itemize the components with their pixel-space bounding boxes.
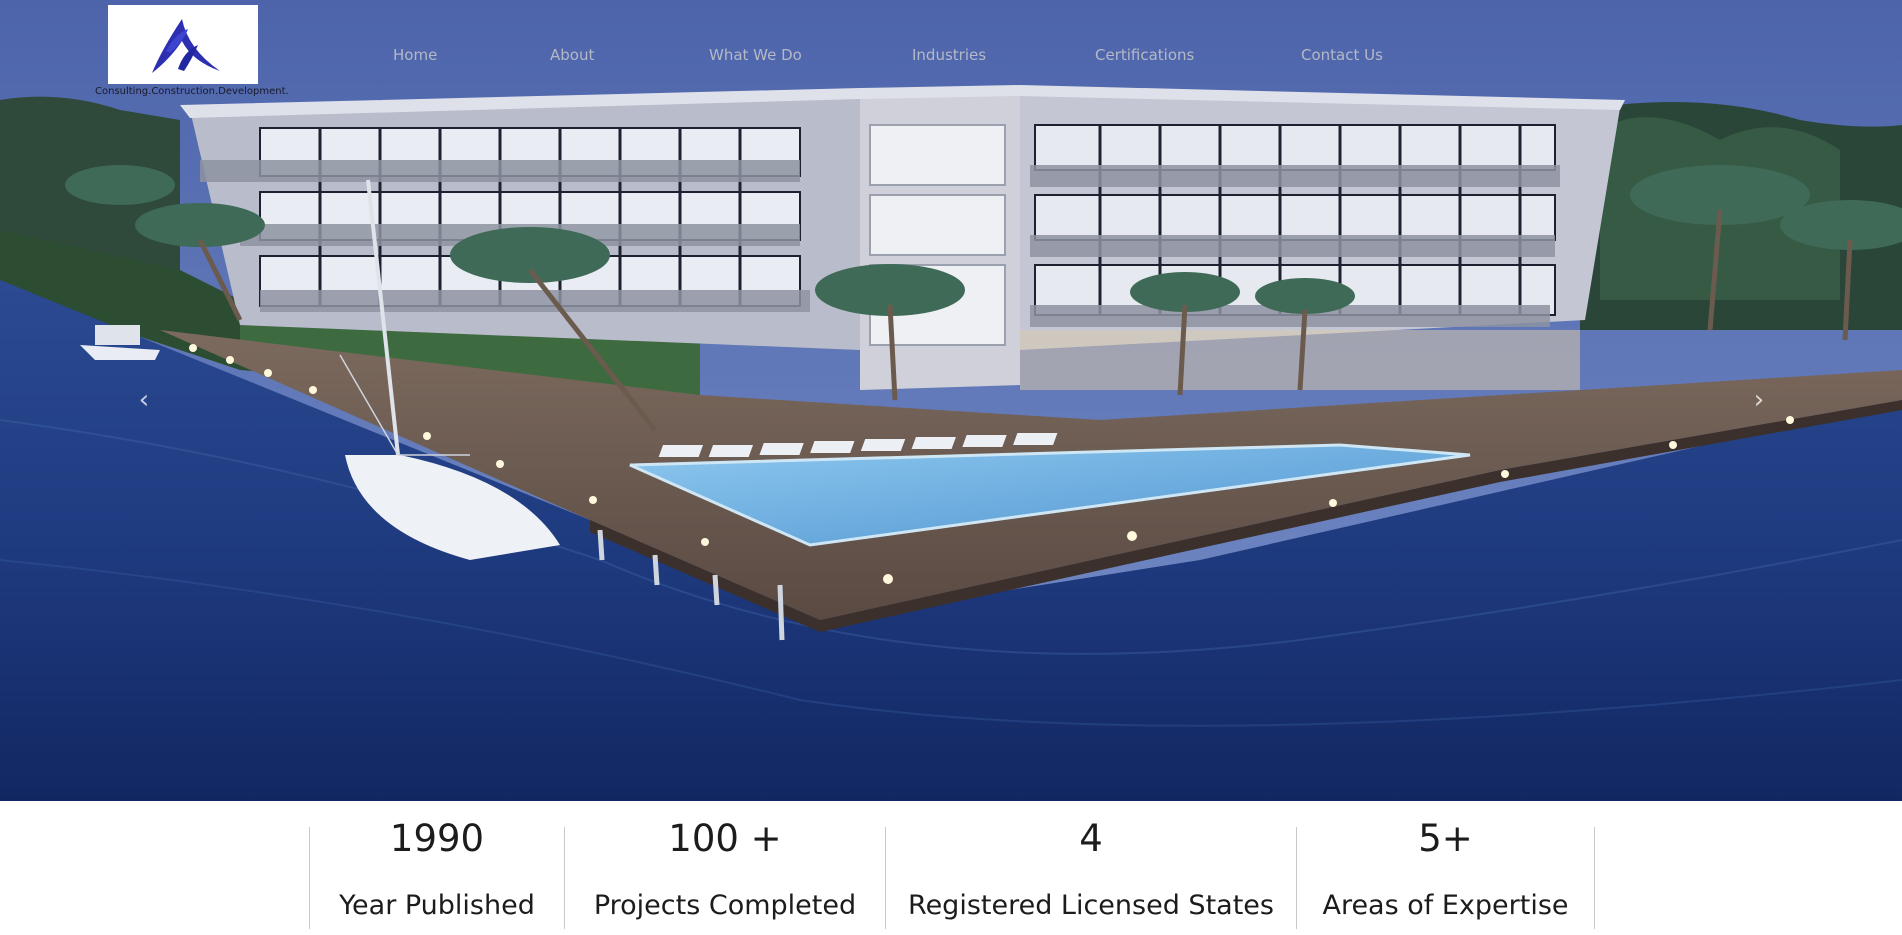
- chevron-left-icon[interactable]: ‹: [133, 387, 155, 413]
- nav-item-home[interactable]: Home: [393, 46, 437, 64]
- stat-value: 1990: [389, 817, 485, 860]
- stat-label: Areas of Expertise: [1322, 890, 1569, 921]
- stat-divider: [1594, 827, 1595, 929]
- nav-item-contact-us[interactable]: Contact Us: [1301, 46, 1383, 64]
- stats-section: 1990 Year Published 100 + Projects Compl…: [0, 801, 1902, 935]
- nav-item-certifications[interactable]: Certifications: [1095, 46, 1194, 64]
- chevron-right-icon[interactable]: ›: [1748, 387, 1770, 413]
- logo-tagline: Consulting.Construction.Development.: [95, 86, 289, 97]
- hero-image: [0, 0, 1902, 801]
- stat-value: 4: [1079, 817, 1103, 860]
- nav-item-industries[interactable]: Industries: [912, 46, 986, 64]
- stat-value: 5+: [1418, 817, 1473, 860]
- stat-label: Projects Completed: [593, 890, 857, 921]
- stat-label: Registered Licensed States: [908, 890, 1274, 921]
- nav-item-about[interactable]: About: [550, 46, 594, 64]
- logo-link[interactable]: [108, 5, 258, 84]
- stat-value: 100 +: [668, 817, 782, 860]
- stat-label: Year Published: [339, 890, 535, 921]
- company-logo-icon: [152, 19, 220, 73]
- hero-banner: Consulting.Construction.Development. Hom…: [0, 0, 1902, 801]
- nav-item-what-we-do[interactable]: What We Do: [709, 46, 802, 64]
